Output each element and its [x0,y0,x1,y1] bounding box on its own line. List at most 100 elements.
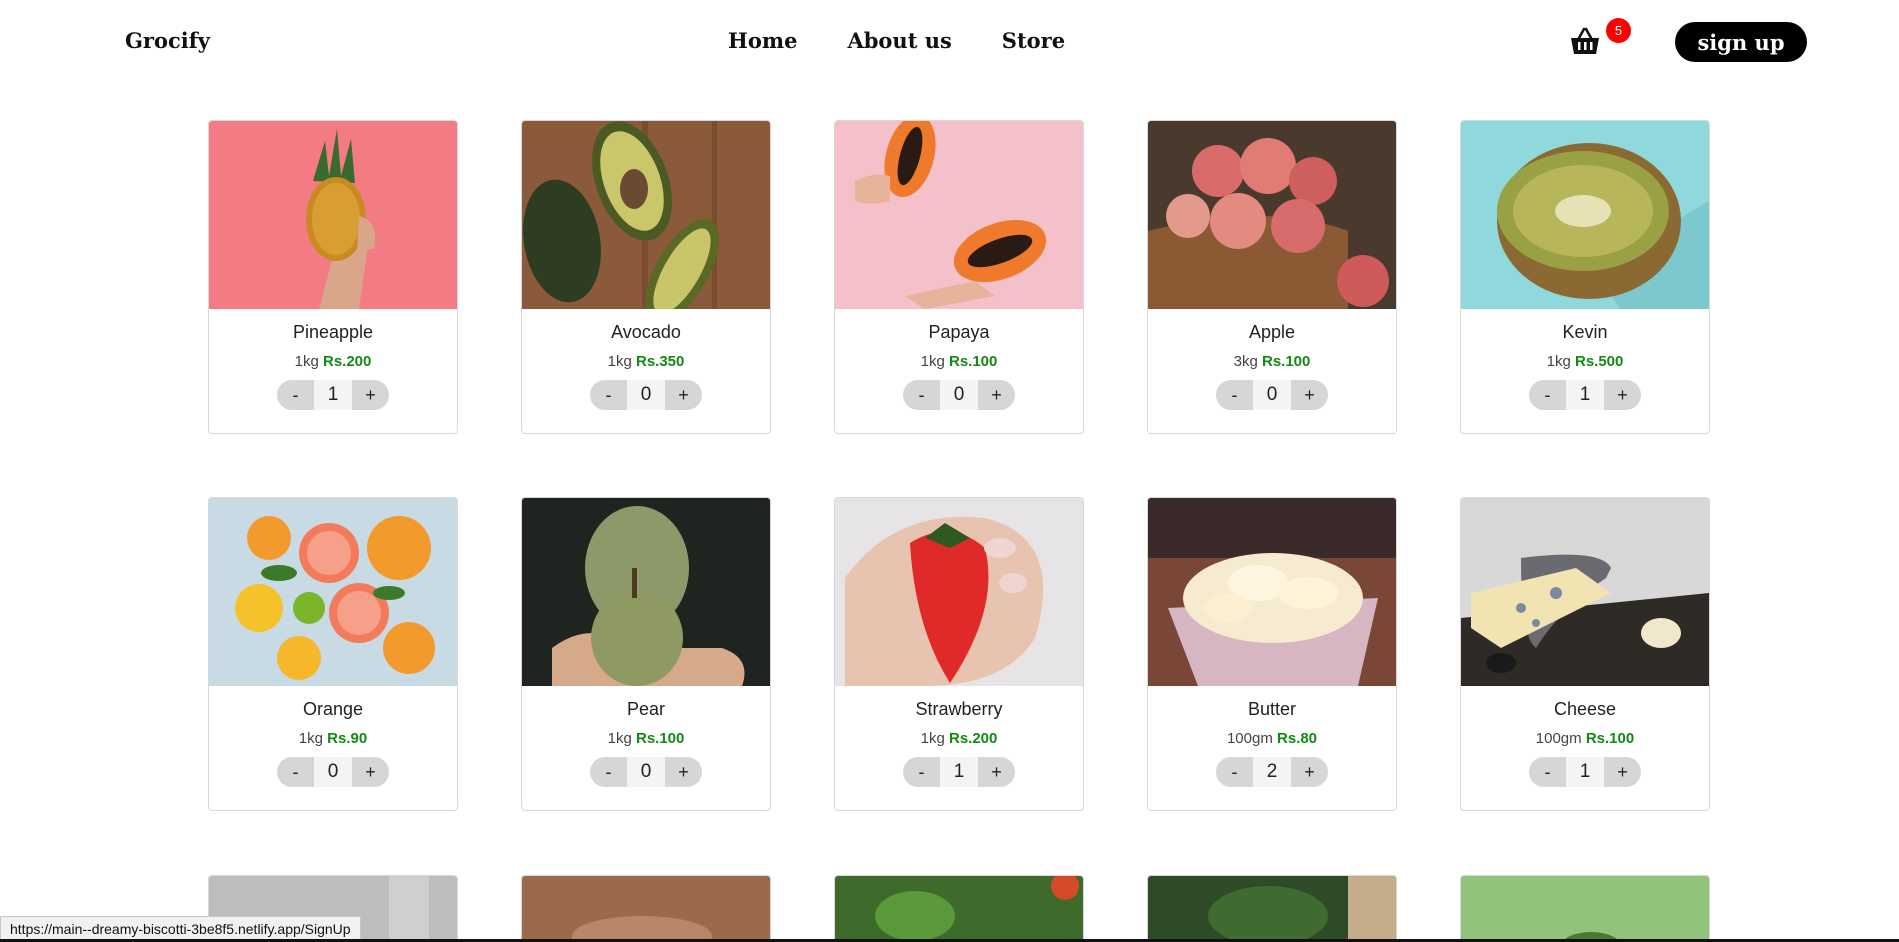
decrease-button[interactable]: - [590,380,627,410]
decrease-button[interactable]: - [903,757,940,787]
apple-image [1148,121,1396,309]
product-card: Orange 1kg Rs.90 - 0 + [208,497,458,811]
product-price: 1kg Rs.200 [835,730,1083,747]
quantity-stepper: - 0 + [277,757,389,787]
price-amount: Rs.200 [948,730,998,747]
quantity-value: 0 [314,757,352,787]
increase-button[interactable]: + [1604,380,1641,410]
product-unit: 1kg [1546,353,1571,370]
price-amount: Rs.100 [635,730,685,747]
price-amount: Rs.100 [1261,353,1311,370]
decrease-button[interactable]: - [1216,757,1253,787]
product-name: Pear [626,699,666,719]
product-grid: Pineapple 1kg Rs.200 - 1 + Avocado 1kg R… [208,120,1710,811]
nav-links: Home About us Store [728,28,1065,53]
avocado-image [522,121,770,309]
product-unit: 1kg [607,730,632,747]
product-name: Strawberry [915,699,1003,719]
increase-button[interactable]: + [978,757,1015,787]
quantity-stepper: - 1 + [277,380,389,410]
product-name: Papaya [928,322,990,342]
increase-button[interactable]: + [352,757,389,787]
orange-image [209,498,457,686]
product-price: 1kg Rs.200 [209,353,457,370]
product-card: Strawberry 1kg Rs.200 - 1 + [834,497,1084,811]
price-amount: Rs.500 [1574,353,1624,370]
quantity-stepper: - 0 + [590,380,702,410]
quantity-value: 0 [627,380,665,410]
increase-button[interactable]: + [1291,757,1328,787]
nav-store[interactable]: Store [1002,28,1065,53]
price-amount: Rs.100 [948,353,998,370]
papaya-image [835,121,1083,309]
quantity-stepper: - 2 + [1216,757,1328,787]
decrease-button[interactable]: - [1216,380,1253,410]
product-card: Pear 1kg Rs.100 - 0 + [521,497,771,811]
product-card-partial [521,875,771,942]
product-card: Pineapple 1kg Rs.200 - 1 + [208,120,458,434]
quantity-stepper: - 1 + [903,757,1015,787]
product-unit: 1kg [298,730,323,747]
product-card-partial [1460,875,1710,942]
kiwi-image [1461,121,1709,309]
product-card: Papaya 1kg Rs.100 - 0 + [834,120,1084,434]
decrease-button[interactable]: - [903,380,940,410]
product-unit: 1kg [920,353,945,370]
product-card: Butter 100gm Rs.80 - 2 + [1147,497,1397,811]
decrease-button[interactable]: - [277,757,314,787]
product-price: 1kg Rs.100 [522,730,770,747]
decrease-button[interactable]: - [1529,757,1566,787]
product-name: Pineapple [292,322,374,342]
product-price: 100gm Rs.100 [1461,730,1709,747]
price-amount: Rs.200 [322,353,372,370]
product-unit: 1kg [607,353,632,370]
price-amount: Rs.100 [1585,730,1635,747]
quantity-value: 2 [1253,757,1291,787]
pear-image [522,498,770,686]
increase-button[interactable]: + [1291,380,1328,410]
increase-button[interactable]: + [665,757,702,787]
product-price: 1kg Rs.90 [209,730,457,747]
cart-button[interactable] [1569,26,1603,56]
sign-up-button[interactable]: sign up [1675,22,1807,62]
brand-logo[interactable]: Grocify [125,28,210,53]
price-amount: Rs.350 [635,353,685,370]
quantity-value: 1 [1566,757,1604,787]
product-unit: 1kg [920,730,945,747]
product-unit: 100gm [1226,730,1273,747]
increase-button[interactable]: + [352,380,389,410]
product-card-partial [1147,875,1397,942]
product-unit: 100gm [1535,730,1582,747]
quantity-value: 1 [940,757,978,787]
product-card: Cheese 100gm Rs.100 - 1 + [1460,497,1710,811]
product-name: Apple [1248,322,1296,342]
product-price: 3kg Rs.100 [1148,353,1396,370]
product-unit: 1kg [294,353,319,370]
price-amount: Rs.80 [1277,730,1318,747]
decrease-button[interactable]: - [277,380,314,410]
quantity-stepper: - 1 + [1529,380,1641,410]
product-name: Orange [302,699,364,719]
quantity-stepper: - 0 + [903,380,1015,410]
nav-home[interactable]: Home [728,28,797,53]
product-card: Apple 3kg Rs.100 - 0 + [1147,120,1397,434]
nav-about[interactable]: About us [847,28,951,53]
product-unit: 3kg [1233,353,1258,370]
quantity-value: 1 [314,380,352,410]
product-name: Avocado [611,322,681,342]
product-name: Kevin [1562,322,1608,342]
product-card: Kevin 1kg Rs.500 - 1 + [1460,120,1710,434]
product-card-partial [834,875,1084,942]
decrease-button[interactable]: - [1529,380,1566,410]
increase-button[interactable]: + [1604,757,1641,787]
quantity-value: 0 [940,380,978,410]
decrease-button[interactable]: - [590,757,627,787]
cart-count-badge: 5 [1606,18,1631,43]
increase-button[interactable]: + [665,380,702,410]
price-amount: Rs.90 [327,730,368,747]
product-price: 1kg Rs.350 [522,353,770,370]
increase-button[interactable]: + [978,380,1015,410]
product-price: 1kg Rs.500 [1461,353,1709,370]
strawberry-image [835,498,1083,686]
quantity-stepper: - 0 + [590,757,702,787]
